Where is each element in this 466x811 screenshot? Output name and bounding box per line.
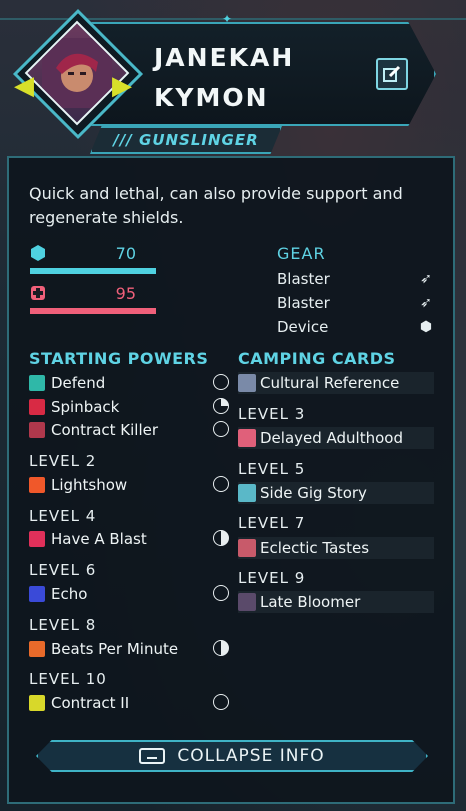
level-label: LEVEL 5 (238, 460, 306, 478)
level-label: LEVEL 7 (238, 514, 306, 532)
gear-item: Blaster (277, 270, 330, 288)
gear-item: Blaster (277, 294, 330, 312)
full-clock-icon (213, 694, 229, 710)
beats-per-minute-icon (29, 641, 45, 657)
eclectic-tastes-card-icon (238, 539, 256, 557)
cultural-reference-card-icon (238, 374, 256, 392)
power-row[interactable]: Spinback (29, 397, 229, 417)
side-gig-story-card-icon (238, 484, 256, 502)
full-clock-icon (213, 374, 229, 390)
power-name: Contract II (51, 694, 130, 712)
character-portrait: ◀ ▶ (12, 8, 144, 140)
quarter-clock-icon (213, 398, 229, 414)
starting-powers-title: STARTING POWERS (29, 349, 209, 368)
blaster-icon: ➶ (420, 295, 432, 311)
collapse-info-button[interactable]: COLLAPSE INFO (36, 740, 428, 772)
card-name: Late Bloomer (260, 593, 361, 611)
card-name: Side Gig Story (260, 484, 367, 502)
class-tag: /// GUNSLINGER (90, 126, 282, 154)
health-bar (30, 308, 156, 314)
delayed-adulthood-card-icon (238, 429, 256, 447)
blaster-icon: ➶ (420, 271, 432, 287)
collapse-info-label: COLLAPSE INFO (177, 746, 325, 766)
full-clock-icon (213, 476, 229, 492)
character-description: Quick and lethal, can also provide suppo… (29, 184, 403, 227)
device-icon: ⬢ (419, 319, 433, 335)
power-row[interactable]: Beats Per Minute (29, 639, 229, 659)
character-last-name: KYMON (154, 83, 269, 112)
full-clock-icon (213, 421, 229, 437)
card-name: Cultural Reference (260, 374, 400, 392)
gear-title: GEAR (277, 244, 326, 263)
next-character-arrow-icon[interactable]: ▶ (112, 73, 132, 99)
level-label: LEVEL 10 (29, 670, 107, 688)
previous-character-arrow-icon[interactable]: ◀ (14, 73, 34, 99)
level-label: LEVEL 2 (29, 452, 97, 470)
gear-item: Device (277, 318, 329, 336)
half-clock-icon (213, 640, 229, 656)
power-name: Have A Blast (51, 530, 147, 548)
have-a-blast-icon (29, 531, 45, 547)
health-value: 95 (115, 284, 136, 303)
lightshow-icon (29, 477, 45, 493)
card-name: Delayed Adulthood (260, 429, 403, 447)
character-name: JANEKAH KYMON (154, 38, 294, 118)
late-bloomer-card-icon (238, 593, 256, 611)
camping-card-row[interactable]: Late Bloomer (238, 591, 434, 613)
shield-value: 70 (115, 244, 136, 263)
power-row[interactable]: Echo (29, 584, 229, 604)
spinback-icon (29, 399, 45, 415)
power-row[interactable]: Lightshow (29, 475, 229, 495)
card-name: Eclectic Tastes (260, 539, 370, 557)
camping-card-row[interactable]: Delayed Adulthood (238, 427, 434, 449)
level-label: LEVEL 8 (29, 616, 97, 634)
echo-icon (29, 586, 45, 602)
contract-killer-icon (29, 422, 45, 438)
level-label: LEVEL 3 (238, 405, 306, 423)
power-row[interactable]: Have A Blast (29, 529, 229, 549)
collapse-icon (139, 748, 166, 764)
level-label: LEVEL 4 (29, 507, 97, 525)
power-name: Beats Per Minute (51, 640, 179, 658)
power-row[interactable]: Defend (29, 373, 229, 393)
camping-card-row[interactable]: Side Gig Story (238, 482, 434, 504)
edit-icon (383, 65, 401, 82)
power-row[interactable]: Contract II (29, 693, 229, 713)
power-name: Defend (51, 374, 106, 392)
defend-icon (29, 375, 45, 391)
power-name: Lightshow (51, 476, 128, 494)
shield-icon (31, 245, 45, 261)
power-name: Echo (51, 585, 88, 603)
health-cross-icon (31, 286, 45, 300)
camping-cards-title: CAMPING CARDS (238, 349, 396, 368)
half-clock-icon (213, 530, 229, 546)
character-first-name: JANEKAH (154, 43, 295, 72)
shield-bar (30, 268, 156, 274)
camping-card-row[interactable]: Eclectic Tastes (238, 537, 434, 559)
full-clock-icon (213, 585, 229, 601)
camping-card-row[interactable]: Cultural Reference (238, 372, 434, 394)
contract-ii-icon (29, 695, 45, 711)
power-name: Spinback (51, 398, 120, 416)
level-label: LEVEL 6 (29, 561, 97, 579)
power-name: Contract Killer (51, 421, 159, 439)
edit-button[interactable] (376, 58, 408, 90)
level-label: LEVEL 9 (238, 569, 306, 587)
power-row[interactable]: Contract Killer (29, 420, 229, 440)
